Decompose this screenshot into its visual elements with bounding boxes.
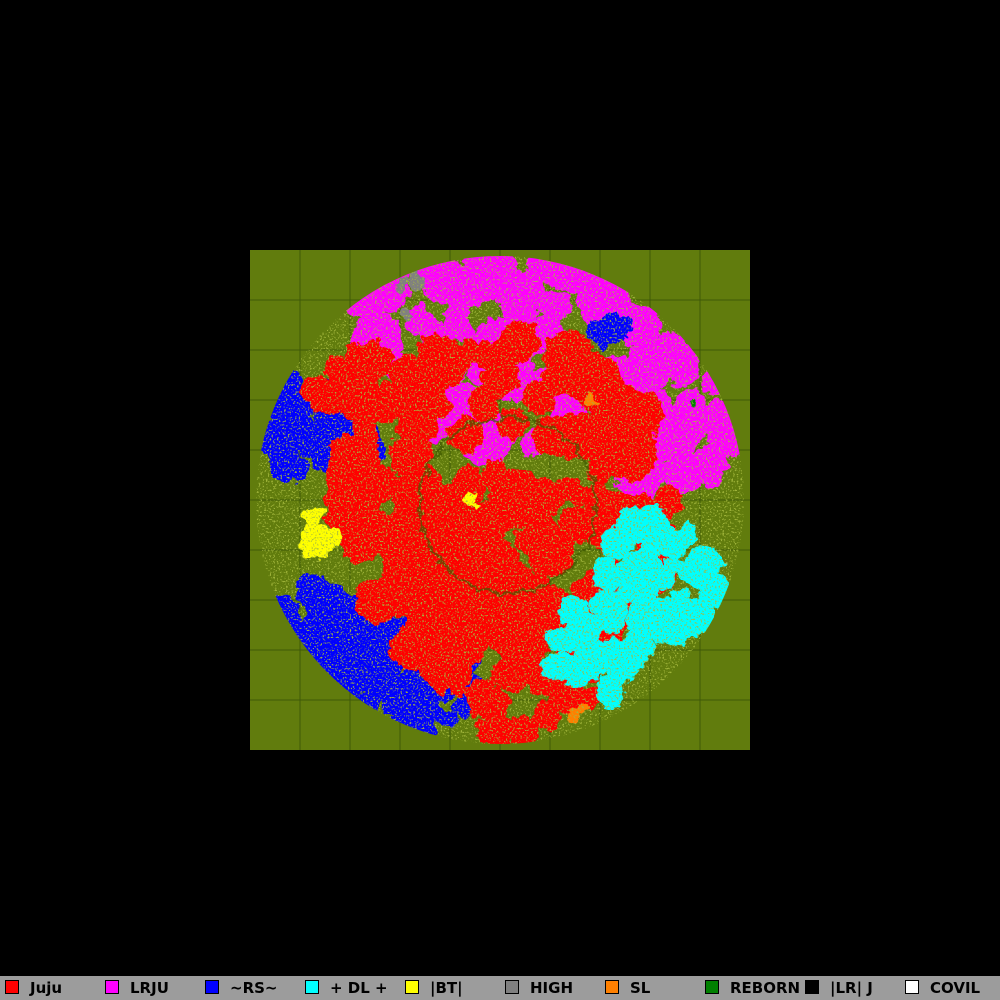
player-name: LRJU [130,979,169,997]
player-color-swatch [705,980,719,994]
territory-map[interactable] [250,250,750,750]
player-name: REBORN [730,979,801,997]
player-name: |LR| J [830,979,873,997]
player-name: SL [630,979,651,997]
player-color-swatch [5,980,19,994]
player-color-swatch [105,980,119,994]
player-color-swatch [805,980,819,994]
player-color-swatch [905,980,919,994]
player-name: Juju [30,979,63,997]
player-name: |BT| [430,979,463,997]
player-color-swatch [405,980,419,994]
player-color-swatch [505,980,519,994]
player-color-swatch [305,980,319,994]
player-name: + DL + [330,979,388,997]
player-legend: Juju LRJU ~RS~ + DL + |BT| HIGH SL REBOR… [0,976,1000,1000]
player-color-swatch [205,980,219,994]
player-color-swatch [605,980,619,994]
player-name: COVIL [930,979,981,997]
player-name: ~RS~ [230,979,278,997]
game-screen: Juju LRJU ~RS~ + DL + |BT| HIGH SL REBOR… [0,0,1000,1000]
player-name: HIGH [530,979,574,997]
